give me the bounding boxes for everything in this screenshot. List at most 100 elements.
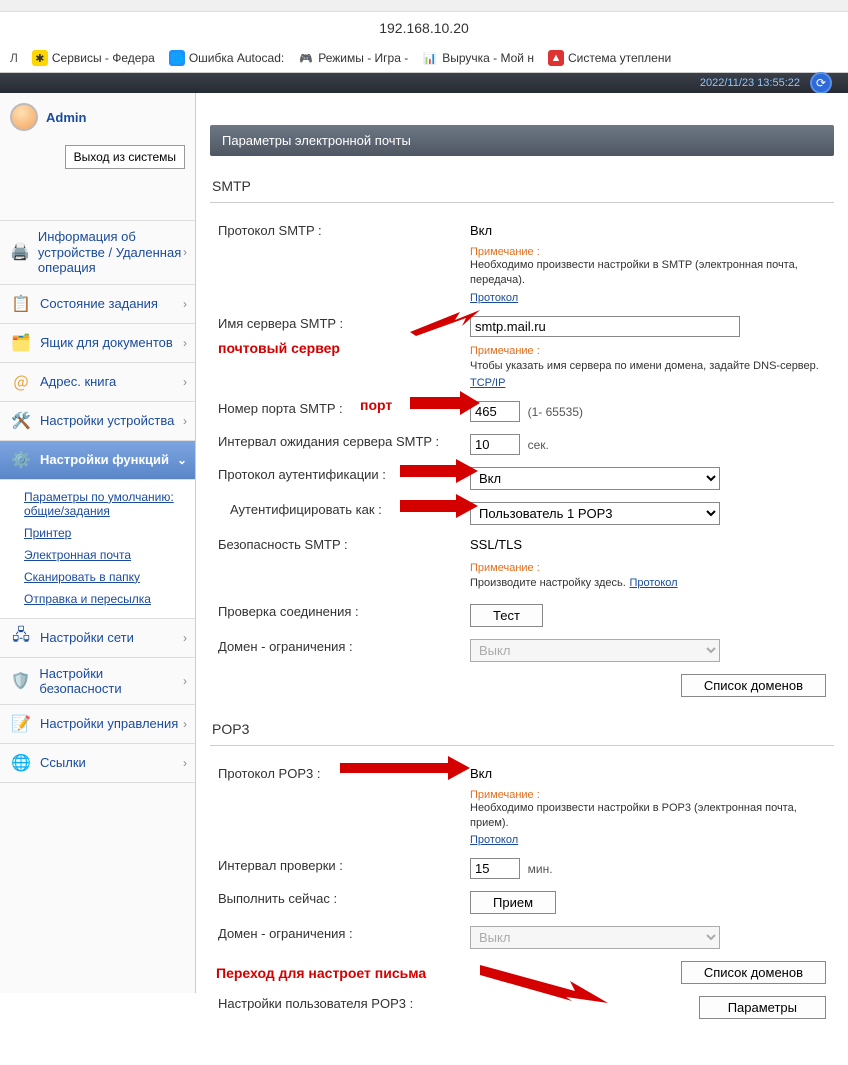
bookmark-prefix: Л [10,50,18,66]
smtp-port-input[interactable] [470,401,520,422]
pop3-domain-select: Выкл [470,926,720,949]
note-text: Чтобы указать имя сервера по имени домен… [470,360,819,372]
chevron-right-icon: › [183,717,187,731]
note-text: Производите настройку здесь. [470,577,626,589]
sidebar-item-security[interactable]: 🛡️ Настройки безопасности › [0,657,195,705]
smtp-server-input[interactable] [470,316,740,337]
box-icon: 🗂️ [10,332,32,354]
smtp-domain-select: Выкл [470,639,720,662]
sidebar-sub-send[interactable]: Отправка и пересылка [18,588,195,610]
pop3-receive-button[interactable]: Прием [470,891,556,914]
pop3-user-label: Настройки пользователя POP3 : [210,996,470,1011]
sidebar: Admin Выход из системы 🖨️ Информация об … [0,93,196,993]
bookmark-item[interactable]: 📊Выручка - Мой н [422,50,534,66]
sidebar-sub-defaults[interactable]: Параметры по умолчанию: общие/задания [18,486,195,522]
smtp-timeout-label: Интервал ожидания сервера SMTP : [210,434,470,449]
shield-icon: 🛡️ [10,670,31,692]
sidebar-item-label: Состояние задания [40,296,158,311]
chevron-right-icon: › [183,336,187,350]
sidebar-item-label: Настройки устройства [40,413,174,428]
note-title: Примечание : [470,246,834,258]
smtp-timeout-unit: сек. [528,438,549,452]
pop3-protocol-label: Протокол POP3 : [210,766,470,781]
annotation-server: почтовый сервер [218,340,340,356]
pop3-domain-label: Домен - ограничения : [210,926,470,941]
device-gear-icon: 🛠️ [10,410,32,432]
logout-button[interactable]: Выход из системы [65,145,185,169]
sidebar-sub-printer[interactable]: Принтер [18,522,195,544]
smtp-auth-as-label: Аутентифицировать как : [210,502,470,517]
smtp-auth-proto-select[interactable]: Вкл [470,467,720,490]
sidebar-sub-email[interactable]: Электронная почта [18,544,195,566]
smtp-port-label: Номер порта SMTP : [210,401,470,416]
smtp-test-button[interactable]: Тест [470,604,543,627]
pop3-protocol-value: Вкл [470,766,834,781]
smtp-domain-label: Домен - ограничения : [210,639,470,654]
note-text: Необходимо произвести настройки в SMTP (… [470,258,834,289]
sidebar-item-job-status[interactable]: 📋 Состояние задания › [0,284,195,324]
main-content: Параметры электронной почты SMTP Протоко… [196,93,848,1065]
note-title: Примечание : [470,789,834,801]
protocol-link[interactable]: Протокол [470,292,518,304]
sidebar-sub-scan[interactable]: Сканировать в папку [18,566,195,588]
sidebar-item-label: Настройки функций [40,452,169,467]
smtp-port-range: (1- 65535) [528,405,583,419]
sidebar-item-function-settings[interactable]: ⚙️ Настройки функций ⌄ [0,440,195,480]
bookmark-item[interactable]: ✱Сервисы - Федера [32,50,155,66]
bookmarks-bar: Л ✱Сервисы - Федера 🌐Ошибка Autocad: 🎮Ре… [0,44,848,73]
smtp-auth-as-select[interactable]: Пользователь 1 POP3 [470,502,720,525]
sidebar-item-label: Адрес. книга [40,374,116,389]
sidebar-subitems: Параметры по умолчанию: общие/задания Пр… [0,480,195,619]
chevron-right-icon: › [183,414,187,428]
smtp-server-label: Имя сервера SMTP : [210,316,470,331]
app-header-bar: 2022/11/23 13:55:22 ⟳ [0,73,848,93]
pop3-interval-unit: мин. [528,862,553,876]
annotation-transition: Переход для настроет письма [210,965,426,981]
sidebar-item-address-book[interactable]: ＠ Адрес. книга › [0,362,195,402]
sidebar-item-label: Настройки безопасности [39,666,185,696]
globe-icon: 🌐 [10,752,32,774]
smtp-timeout-input[interactable] [470,434,520,455]
bookmark-item[interactable]: ▲Система утеплени [548,50,671,66]
pop3-interval-label: Интервал проверки : [210,858,470,873]
protocol-link[interactable]: Протокол [629,577,677,589]
chevron-right-icon: › [183,297,187,311]
smtp-section-title: SMTP [210,170,834,203]
smtp-auth-proto-label: Протокол аутентификации : [210,467,470,482]
chevron-right-icon: › [183,631,187,645]
sidebar-item-device-info[interactable]: 🖨️ Информация об устройстве / Удаленная … [0,220,195,285]
user-name: Admin [46,110,86,125]
avatar [10,103,38,131]
sidebar-item-document-box[interactable]: 🗂️ Ящик для документов › [0,323,195,363]
sidebar-item-label: Ящик для документов [40,335,173,350]
smtp-domain-list-button[interactable]: Список доменов [681,674,826,697]
smtp-protocol-label: Протокол SMTP : [210,223,470,238]
sidebar-item-label: Ссылки [40,755,86,770]
protocol-link[interactable]: Протокол [470,834,518,846]
note-title: Примечание : [470,345,834,357]
note-text: Необходимо произвести настройки в POP3 (… [470,801,834,832]
header-timestamp: 2022/11/23 13:55:22 [700,77,800,89]
at-icon: ＠ [10,371,32,393]
pop3-parameters-button[interactable]: Параметры [699,996,826,1019]
smtp-protocol-value: Вкл [470,223,834,238]
bookmark-item[interactable]: 🌐Ошибка Autocad: [169,50,284,66]
url-bar: 192.168.10.20 [0,12,848,44]
pop3-section-title: POP3 [210,713,834,746]
bookmark-item[interactable]: 🎮Режимы - Игра - [298,50,408,66]
sidebar-item-management[interactable]: 📝 Настройки управления › [0,704,195,744]
smtp-conn-label: Проверка соединения : [210,604,470,619]
sidebar-item-links[interactable]: 🌐 Ссылки › [0,743,195,783]
refresh-icon[interactable]: ⟳ [810,72,832,94]
chevron-down-icon: ⌄ [177,453,187,467]
sidebar-item-label: Настройки управления [40,716,178,731]
sidebar-item-network-settings[interactable]: 🖧 Настройки сети › [0,618,195,658]
sidebar-item-label: Информация об устройстве / Удаленная опе… [38,229,185,276]
tcpip-link[interactable]: TCP/IP [470,377,505,389]
list-icon: 📋 [10,293,32,315]
chevron-right-icon: › [183,756,187,770]
note-title: Примечание : [470,562,834,574]
pop3-interval-input[interactable] [470,858,520,879]
sidebar-item-device-settings[interactable]: 🛠️ Настройки устройства › [0,401,195,441]
pop3-domain-list-button[interactable]: Список доменов [681,961,826,984]
